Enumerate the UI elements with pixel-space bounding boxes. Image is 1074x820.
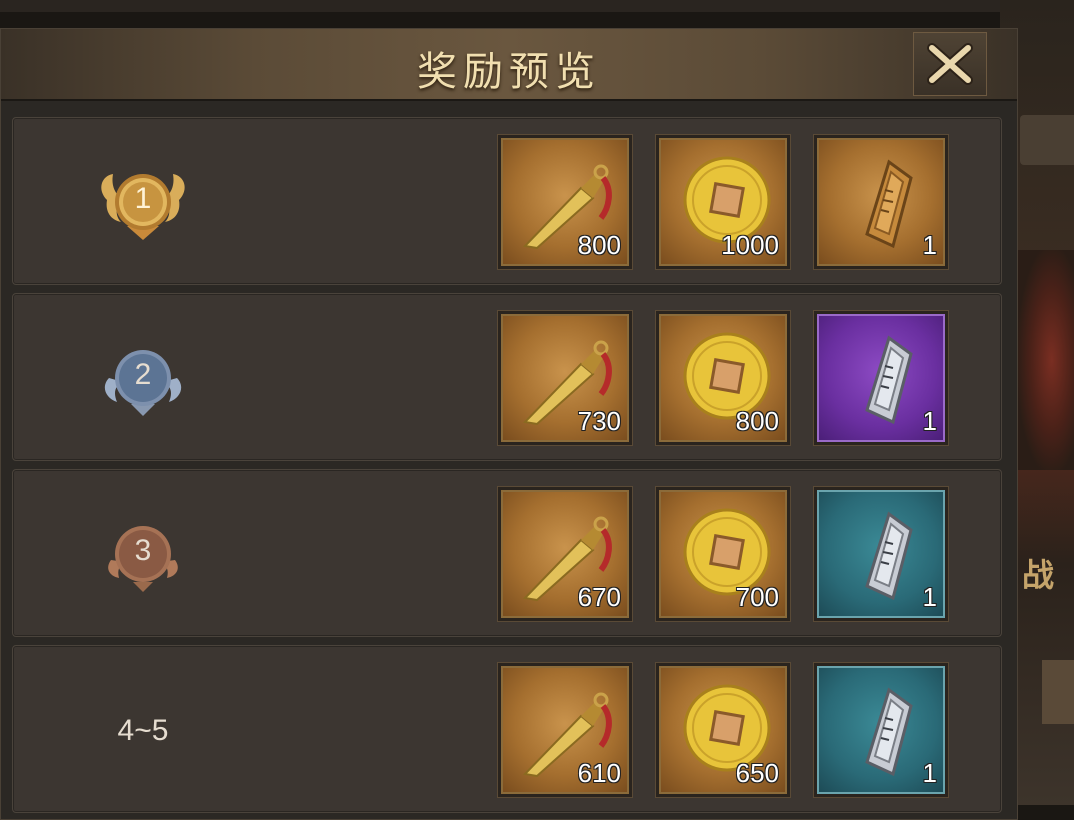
reward-item-token[interactable]: 1 [817, 138, 945, 266]
background-tab [1020, 115, 1074, 165]
close-icon [927, 43, 973, 85]
reward-row-rank-1: 1 800 1000 1 [12, 117, 1002, 285]
rank-label: 4~5 [117, 714, 169, 747]
item-quantity: 1 [922, 230, 937, 260]
rank-label: 1 [134, 182, 152, 215]
item-quantity: 700 [735, 582, 779, 612]
reward-item-token[interactable]: 1 [817, 490, 945, 618]
item-quantity: 650 [735, 758, 779, 788]
item-quantity: 670 [577, 582, 621, 612]
rank-label: 3 [134, 534, 152, 567]
reward-item-dagger[interactable]: 670 [501, 490, 629, 618]
rank-badge: 3 [93, 512, 193, 598]
background-button [1042, 660, 1074, 724]
reward-row-rank-3: 3 670 700 1 [12, 469, 1002, 637]
rank-badge: 2 [93, 336, 193, 422]
item-quantity: 1 [922, 758, 937, 788]
rank-badge: 1 [93, 160, 193, 246]
reward-row-rank-2: 2 730 800 1 [12, 293, 1002, 461]
reward-item-coin[interactable]: 1000 [659, 138, 787, 266]
item-quantity: 610 [577, 758, 621, 788]
rank-badge: 4~5 [108, 706, 178, 756]
top-strip [0, 0, 1074, 12]
item-quantity: 800 [577, 230, 621, 260]
close-button[interactable] [913, 32, 987, 96]
item-quantity: 730 [577, 406, 621, 436]
item-quantity: 1000 [721, 230, 779, 260]
item-quantity: 1 [922, 582, 937, 612]
reward-item-token[interactable]: 1 [817, 666, 945, 794]
background-character [1018, 250, 1074, 470]
item-quantity: 800 [735, 406, 779, 436]
background-glyph: 战 [1022, 556, 1055, 594]
reward-item-dagger[interactable]: 730 [501, 314, 629, 442]
panel-title: 奖励预览 [417, 49, 601, 95]
reward-item-dagger[interactable]: 800 [501, 138, 629, 266]
rank-label: 2 [134, 358, 152, 391]
panel-header: 奖励预览 [1, 29, 1017, 101]
reward-row-rank-4-5: 4~5 610 650 1 [12, 645, 1002, 813]
reward-item-coin[interactable]: 650 [659, 666, 787, 794]
reward-item-coin[interactable]: 800 [659, 314, 787, 442]
reward-item-coin[interactable]: 700 [659, 490, 787, 618]
item-quantity: 1 [922, 406, 937, 436]
reward-item-dagger[interactable]: 610 [501, 666, 629, 794]
reward-item-token[interactable]: 1 [817, 314, 945, 442]
